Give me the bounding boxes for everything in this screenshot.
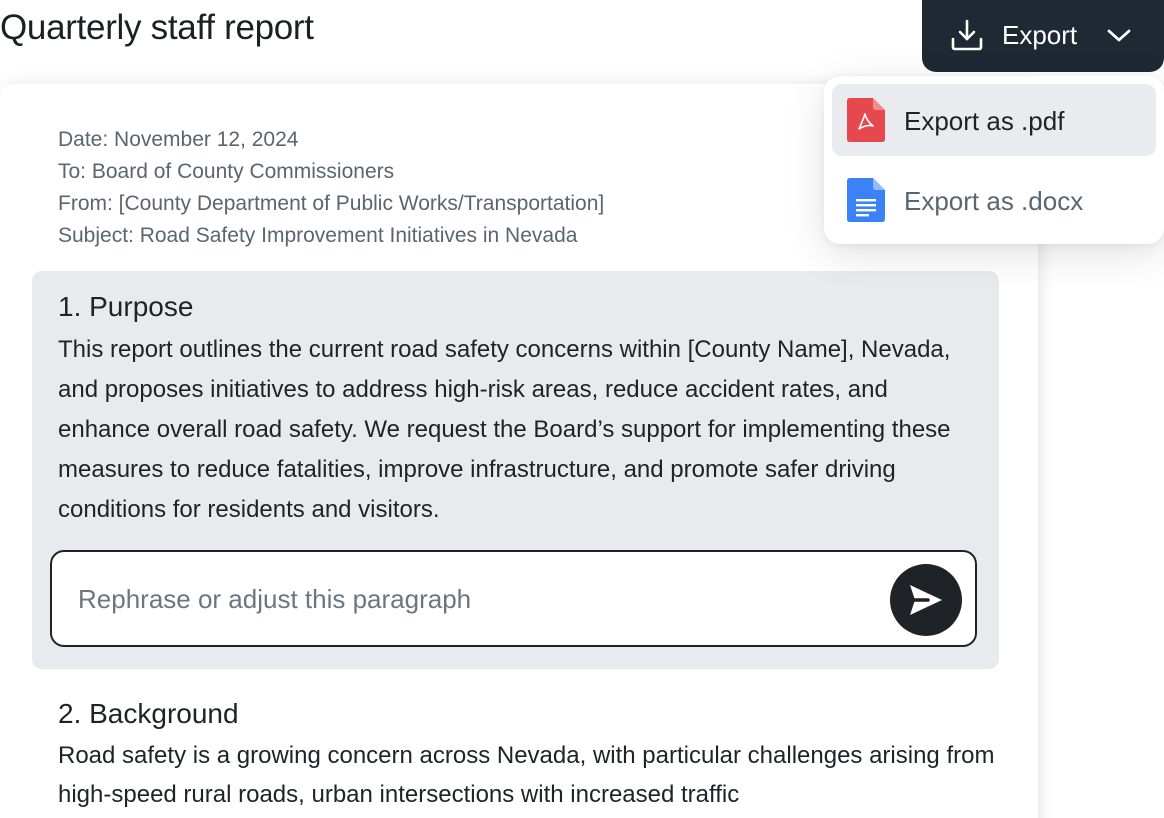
page: Quarterly staff report Date: November 12…: [0, 0, 1164, 818]
meta-date: Date: November 12, 2024: [58, 128, 299, 151]
export-pdf-label: Export as .pdf: [904, 106, 1065, 136]
send-button[interactable]: [890, 564, 962, 636]
meta-from: From: [County Department of Public Works…: [58, 192, 605, 215]
chevron-down-icon: [1107, 29, 1131, 42]
document-meta: Date: November 12, 2024 To: Board of Cou…: [58, 124, 604, 252]
section-heading: 2. Background: [58, 698, 239, 729]
section-purpose[interactable]: 1. Purpose This report outlines the curr…: [32, 271, 999, 669]
section-body: Road safety is a growing concern across …: [58, 742, 995, 808]
section-body: This report outlines the current road sa…: [58, 336, 951, 523]
rephrase-box: [50, 550, 977, 647]
export-docx-item[interactable]: Export as .docx: [832, 164, 1156, 236]
export-docx-label: Export as .docx: [904, 186, 1084, 216]
meta-to: To: Board of County Commissioners: [58, 160, 395, 183]
export-dropdown-menu: Export as .pdf Export as .docx: [824, 76, 1164, 244]
export-button-label: Export: [1002, 20, 1078, 50]
download-icon: [951, 19, 983, 51]
docx-file-icon: [847, 178, 885, 222]
section-heading: 1. Purpose: [58, 291, 194, 322]
rephrase-input[interactable]: [78, 580, 858, 618]
page-title: Quarterly staff report: [0, 8, 314, 47]
export-button[interactable]: Export: [922, 0, 1164, 72]
send-icon: [910, 585, 942, 615]
meta-subject: Subject: Road Safety Improvement Initiat…: [58, 224, 578, 247]
export-pdf-item[interactable]: Export as .pdf: [832, 84, 1156, 156]
pdf-file-icon: [847, 98, 885, 142]
